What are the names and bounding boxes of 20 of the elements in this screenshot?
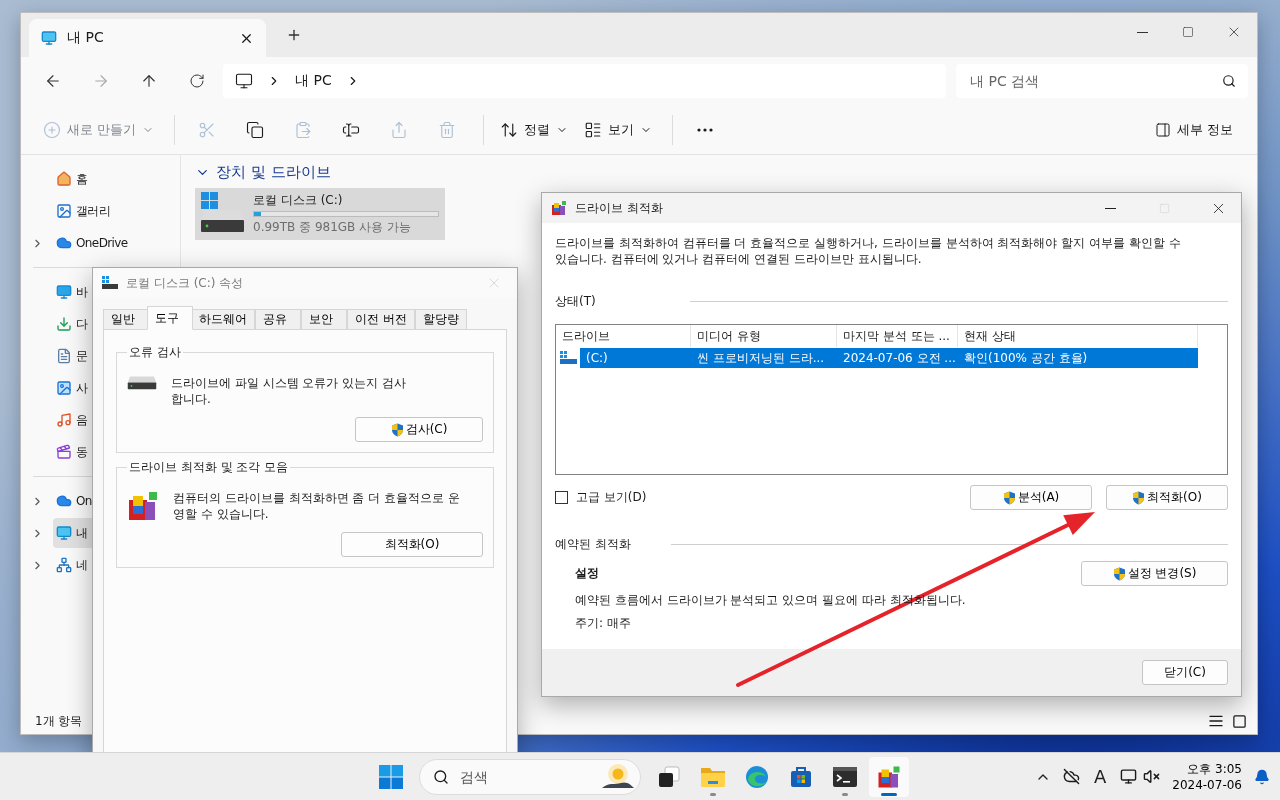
settings-heading: 설정 [575, 565, 599, 582]
free-space: 0.99TB 중 981GB 사용 가능 [253, 219, 412, 236]
table-cell-text: (C:) [585, 351, 609, 365]
description: 드라이브를 최적화하여 컴퓨터를 더 효율적으로 실행하거나, 드라이브를 분석하여 최적화해야 할지 여부를 확인할 수 있습니다. 컴퓨터에 있거나 컴퓨터에 연결된 드라이브만 표시됩니다. [555, 235, 1182, 267]
item-count: 1개 항목 [35, 712, 83, 730]
dialog-title: 로컬 디스크 (C:) 속성 [126, 274, 244, 292]
section-label: 예약된 최적화 [555, 536, 631, 553]
group-text: 드라이브에 파일 시스템 오류가 있는지 검사 합니다. [171, 375, 408, 407]
group-text: 컴퓨터의 드라이브를 최적화하면 좀 더 효율적으로 운영할 수 있습니다. [173, 490, 461, 522]
table-cell-text: 2024-07-06 오전 ... [842, 349, 957, 367]
checkbox-label: 고급 보기(D) [576, 489, 647, 506]
tab-title: 내 PC [67, 29, 104, 47]
drive-name: 로컬 디스크 (C:) [253, 192, 344, 209]
group-title: 드라이브 최적화 및 조각 모음 [128, 459, 290, 476]
dialog-title: 드라이브 최적화 [575, 199, 663, 217]
frequency-text: 주기: 매주 [575, 615, 632, 632]
group-title: 오류 검사 [128, 344, 182, 361]
table-cell-text: 확인(100% 공간 효율) [963, 349, 1089, 367]
section-label: 상태(T) [555, 293, 596, 310]
table-cell-text: 씬 프로비저닝된 드라... [696, 349, 826, 367]
